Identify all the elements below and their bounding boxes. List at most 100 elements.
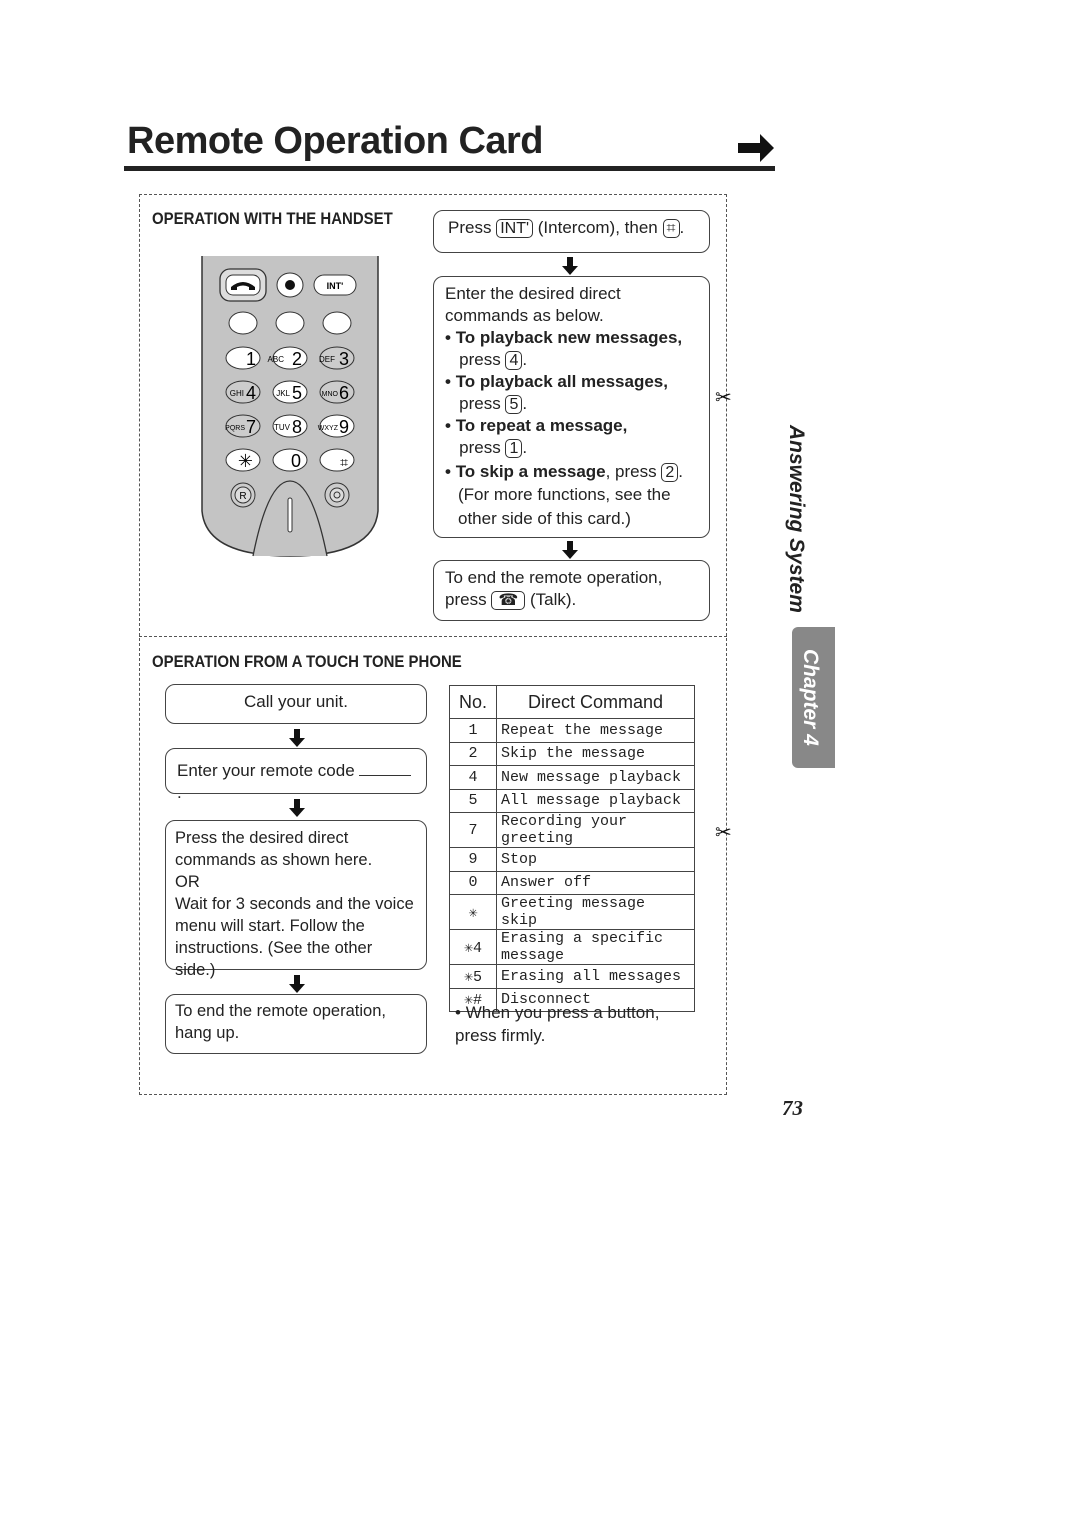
column-header: No. bbox=[449, 685, 497, 719]
step-text: To end the remote operation, bbox=[445, 568, 663, 587]
table-row: ✳ Greeting message skip bbox=[449, 894, 695, 930]
talk-key-icon: ☎ bbox=[491, 591, 526, 610]
step-text: OR bbox=[175, 873, 200, 891]
step-text: press bbox=[445, 590, 487, 609]
command-label: To playback new messages, bbox=[455, 328, 683, 347]
svg-text:R: R bbox=[239, 491, 246, 502]
svg-text:JKL: JKL bbox=[276, 389, 290, 398]
svg-text:1: 1 bbox=[246, 349, 256, 369]
handset-step-2: Enter the desired direct commands as bel… bbox=[433, 276, 710, 538]
handset-step-1: Press INT' (Intercom), then ⌗. bbox=[433, 210, 710, 253]
handset-step-3: To end the remote operation, press ☎ (Ta… bbox=[433, 560, 710, 621]
command-number: ✳5 bbox=[449, 964, 497, 989]
handset-heading: OPERATION WITH THE HANDSET bbox=[152, 209, 393, 228]
section-divider bbox=[139, 636, 727, 637]
touch-step-4: To end the remote operation, hang up. bbox=[165, 994, 427, 1054]
touch-tone-heading: OPERATION FROM A TOUCH TONE PHONE bbox=[152, 652, 462, 671]
down-arrow-icon bbox=[289, 975, 305, 993]
command-number: 4 bbox=[449, 765, 497, 790]
down-arrow-icon bbox=[562, 541, 578, 559]
command-description: Erasing a specific message bbox=[496, 929, 695, 965]
note-text: When you press a button, press firmly. bbox=[455, 1003, 660, 1045]
step-note: (For more functions, see the other side … bbox=[458, 485, 671, 528]
command-description: Skip the message bbox=[496, 741, 695, 766]
handset-illustration: INT' 1 2 ABC 3 DEF 4GHI 5JKL 6MNO 7PQRS 8T… bbox=[201, 256, 379, 557]
command-description: Recording your greeting bbox=[496, 812, 695, 848]
step-text: Enter the desired direct commands as bel… bbox=[445, 284, 621, 325]
step-text: . bbox=[679, 218, 685, 237]
svg-text:3: 3 bbox=[339, 349, 349, 369]
key-2: 2 bbox=[661, 463, 679, 482]
touch-step-3: Press the desired direct commands as sho… bbox=[165, 820, 427, 979]
svg-text:0: 0 bbox=[291, 451, 301, 471]
chapter-label: Chapter 4 bbox=[799, 649, 822, 746]
command-description: Answer off bbox=[496, 870, 695, 895]
step-text: press bbox=[459, 394, 501, 413]
svg-text:6: 6 bbox=[339, 383, 349, 403]
step-text: , press bbox=[605, 462, 657, 481]
page-title: Remote Operation Card bbox=[127, 120, 544, 162]
scissors-icon: ✂ bbox=[715, 387, 732, 409]
table-row: ✳5 Erasing all messages bbox=[449, 964, 695, 989]
command-number: 5 bbox=[449, 788, 497, 813]
key-1: 1 bbox=[505, 439, 523, 458]
svg-text:WXYZ: WXYZ bbox=[318, 425, 339, 432]
svg-text:7: 7 bbox=[246, 417, 256, 437]
down-arrow-icon bbox=[562, 257, 578, 275]
down-arrow-icon bbox=[289, 799, 305, 817]
scissors-icon: ✂ bbox=[715, 822, 732, 844]
command-description: Erasing all messages bbox=[496, 964, 695, 989]
table-row: 5 All message playback bbox=[449, 788, 695, 813]
table-row: 1 Repeat the message bbox=[449, 718, 695, 743]
table-row: 0 Answer off bbox=[449, 870, 695, 895]
command-description: New message playback bbox=[496, 765, 695, 790]
command-description: Greeting message skip bbox=[496, 894, 695, 930]
command-number: ✳4 bbox=[449, 929, 497, 965]
key-4: 4 bbox=[505, 351, 523, 370]
svg-text:MNO: MNO bbox=[322, 391, 339, 398]
touch-step-2: Enter your remote code . bbox=[165, 748, 427, 802]
svg-text:⌗: ⌗ bbox=[340, 454, 348, 470]
step-text: (Intercom), then bbox=[537, 218, 658, 237]
command-number: ✳ bbox=[449, 894, 497, 930]
svg-text:GHI: GHI bbox=[230, 389, 244, 398]
command-number: 9 bbox=[449, 847, 497, 872]
table-row: 2 Skip the message bbox=[449, 741, 695, 766]
down-arrow-icon bbox=[289, 729, 305, 747]
command-description: All message playback bbox=[496, 788, 695, 813]
command-label: To skip a message bbox=[455, 462, 606, 481]
svg-text:5: 5 bbox=[292, 383, 302, 403]
command-description: Stop bbox=[496, 847, 695, 872]
svg-text:4: 4 bbox=[246, 383, 256, 403]
column-header: Direct Command bbox=[496, 685, 695, 719]
code-blank bbox=[359, 775, 412, 776]
svg-text:INT': INT' bbox=[327, 281, 344, 291]
command-label: To playback all messages, bbox=[455, 372, 668, 391]
step-text: Enter your remote code bbox=[177, 761, 355, 780]
step-text: (Talk). bbox=[529, 590, 577, 609]
svg-text:PQRS: PQRS bbox=[225, 425, 245, 432]
step-text: Press the desired direct commands as sho… bbox=[175, 829, 373, 869]
step-text: Wait for 3 seconds and the voice menu wi… bbox=[175, 895, 414, 979]
int-key: INT' bbox=[496, 219, 534, 238]
command-number: 2 bbox=[449, 741, 497, 766]
svg-text:2: 2 bbox=[292, 349, 302, 369]
section-label: Answering System bbox=[785, 425, 808, 613]
chapter-tab: Chapter 4 bbox=[792, 627, 835, 768]
svg-text:✳: ✳ bbox=[238, 451, 253, 471]
command-description: Repeat the message bbox=[496, 718, 695, 743]
step-text: press bbox=[459, 438, 501, 457]
table-row: 9 Stop bbox=[449, 847, 695, 872]
svg-text:9: 9 bbox=[339, 417, 349, 437]
title-underline bbox=[124, 166, 775, 171]
svg-text:DEF: DEF bbox=[319, 355, 335, 364]
page-number: 73 bbox=[782, 1096, 803, 1120]
right-arrow-icon bbox=[738, 134, 774, 162]
step-text: Press bbox=[448, 218, 492, 237]
key-5: 5 bbox=[505, 395, 523, 414]
command-number: 1 bbox=[449, 718, 497, 743]
svg-text:ABC: ABC bbox=[268, 355, 285, 364]
hash-key-icon: ⌗ bbox=[662, 219, 680, 238]
svg-text:8: 8 bbox=[292, 417, 302, 437]
command-label: To repeat a message, bbox=[455, 416, 628, 435]
